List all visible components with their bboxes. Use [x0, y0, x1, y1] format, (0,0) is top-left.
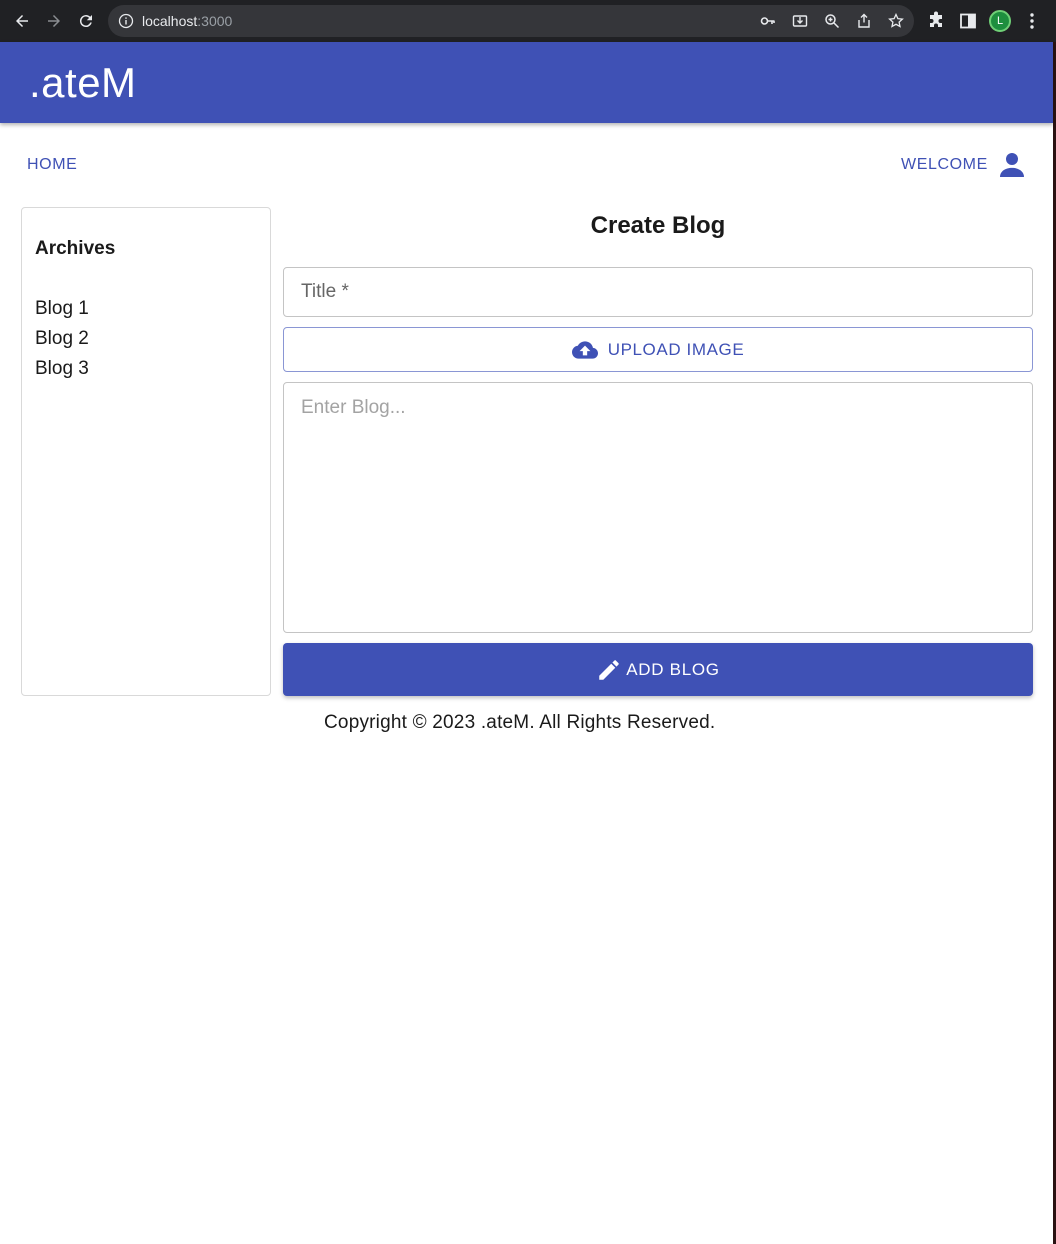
browser-toolbar: localhost:3000 L	[0, 0, 1056, 42]
home-link[interactable]: HOME	[19, 150, 85, 180]
welcome-label: WELCOME	[901, 156, 988, 173]
kebab-menu-icon[interactable]	[1022, 11, 1042, 31]
archive-item[interactable]: Blog 3	[35, 354, 89, 384]
star-icon[interactable]	[888, 13, 904, 29]
profile-avatar[interactable]: L	[989, 10, 1011, 32]
cloud-upload-icon	[571, 340, 598, 359]
welcome-button[interactable]: WELCOME	[893, 147, 1036, 183]
pencil-icon	[599, 659, 620, 680]
brand-logo[interactable]: .ateM	[29, 59, 137, 107]
install-icon[interactable]	[792, 13, 808, 29]
archives-heading: Archives	[35, 238, 116, 259]
side-panel-icon[interactable]	[958, 11, 978, 31]
title-input[interactable]	[284, 268, 1032, 316]
info-icon[interactable]	[118, 13, 134, 29]
archives-list: Blog 1 Blog 2 Blog 3	[35, 294, 89, 384]
upload-image-button[interactable]: UPLOAD IMAGE	[283, 327, 1033, 372]
archive-item[interactable]: Blog 1	[35, 294, 89, 324]
key-icon[interactable]	[760, 13, 776, 29]
copyright-text: Copyright © 2023 .ateM. All Rights Reser…	[324, 712, 716, 733]
add-blog-button[interactable]: ADD BLOG	[283, 643, 1033, 696]
title-field	[283, 267, 1033, 317]
archives-panel: Archives Blog 1 Blog 2 Blog 3	[21, 207, 271, 696]
blog-body-textarea[interactable]	[284, 383, 1032, 632]
app-bar: .ateM	[0, 42, 1053, 123]
user-icon	[999, 153, 1024, 177]
forward-arrow-icon[interactable]	[42, 9, 66, 33]
reload-icon[interactable]	[74, 9, 98, 33]
share-icon[interactable]	[856, 13, 872, 29]
add-blog-label: ADD BLOG	[626, 659, 720, 679]
archive-item[interactable]: Blog 2	[35, 324, 89, 354]
blog-body-field	[283, 382, 1033, 633]
zoom-icon[interactable]	[824, 13, 840, 29]
address-bar[interactable]: localhost:3000	[108, 5, 914, 37]
upload-image-label: UPLOAD IMAGE	[607, 339, 745, 359]
page-title: Create Blog	[590, 212, 726, 239]
back-arrow-icon[interactable]	[10, 9, 34, 33]
puzzle-icon[interactable]	[926, 11, 946, 31]
url-text: localhost:3000	[142, 13, 233, 29]
